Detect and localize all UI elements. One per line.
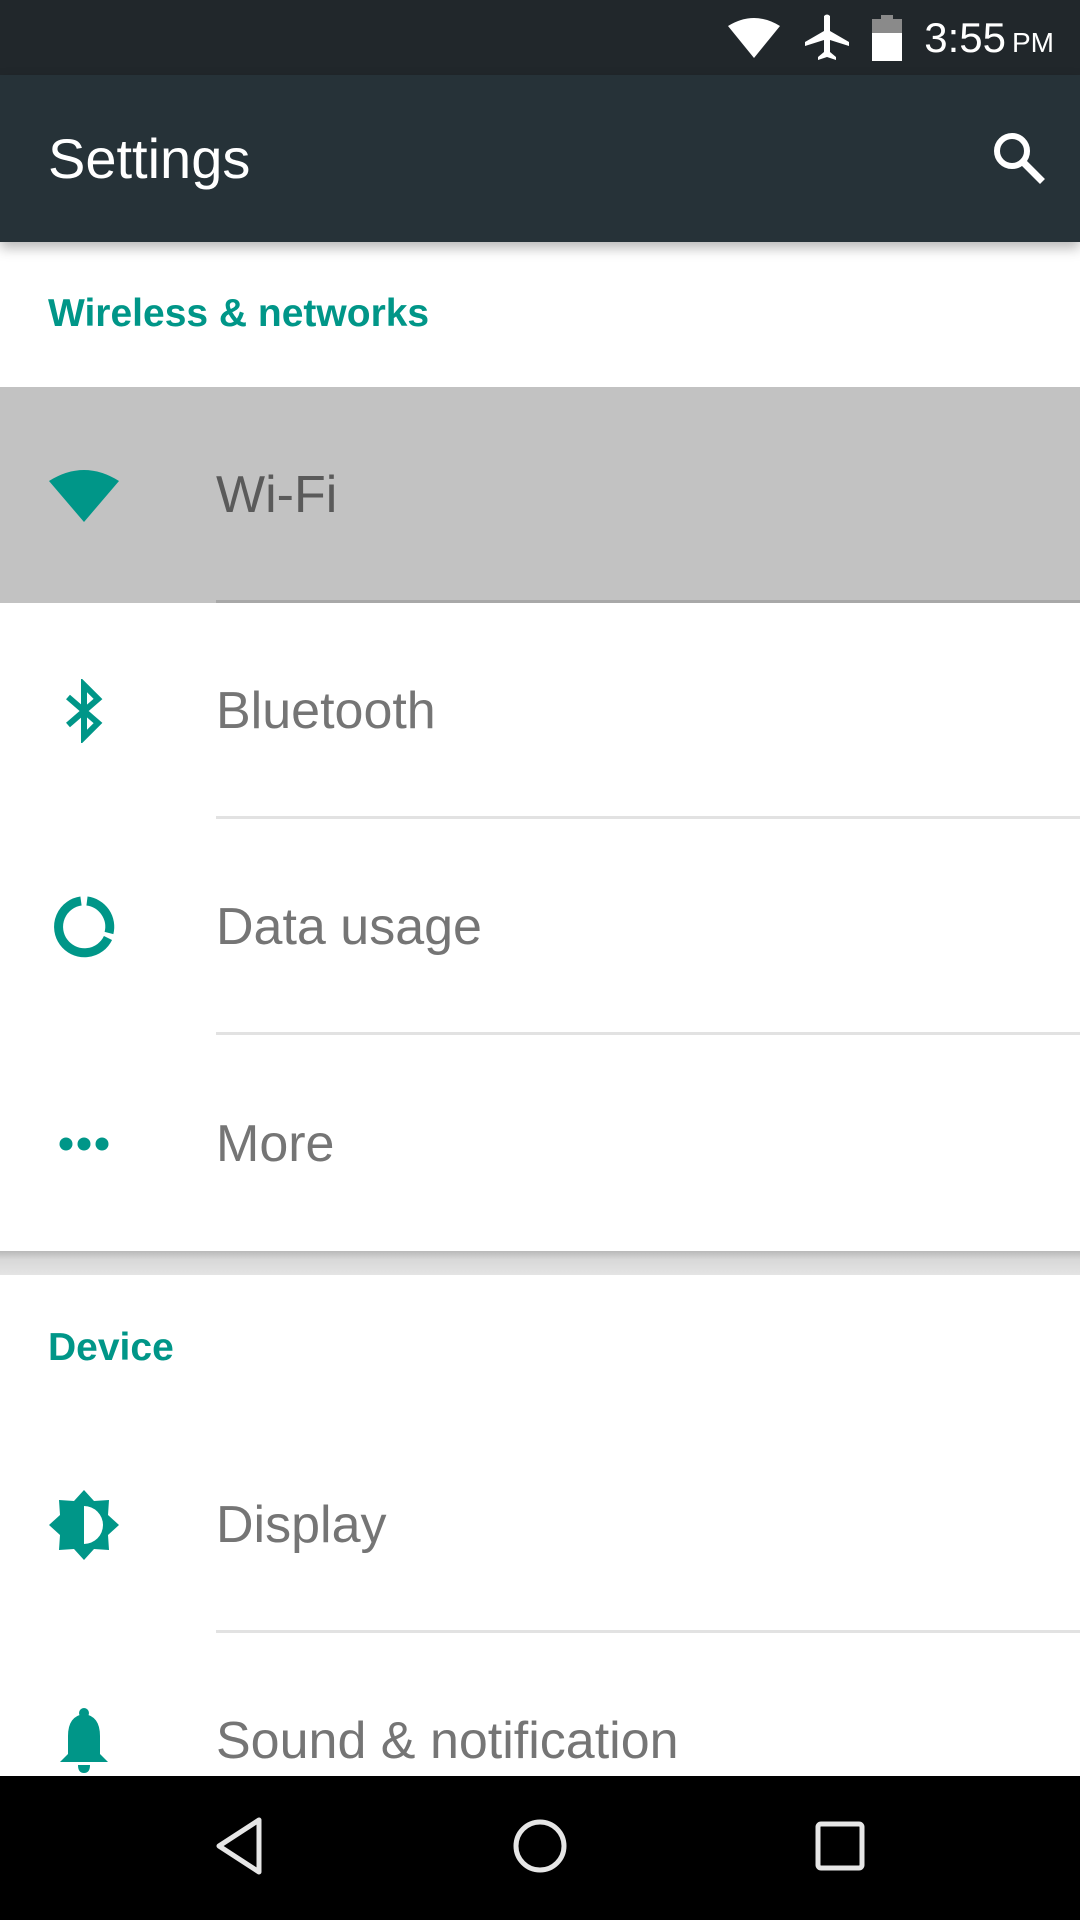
- back-button[interactable]: [170, 1776, 310, 1920]
- settings-item-label: Display: [216, 1496, 387, 1554]
- settings-item-wifi[interactable]: Wi-Fi: [0, 387, 1080, 603]
- settings-item-label: Bluetooth: [216, 682, 436, 740]
- settings-item-display[interactable]: Display: [0, 1417, 1080, 1633]
- section-header-device: Device: [48, 1326, 174, 1369]
- home-icon: [512, 1818, 568, 1879]
- status-icons: 3:55 PM: [726, 0, 1054, 75]
- battery-icon: [872, 14, 903, 61]
- section-header-wireless: Wireless & networks: [48, 292, 430, 335]
- settings-item-label: Wi-Fi: [216, 466, 338, 524]
- airplane-mode-icon: [804, 14, 850, 62]
- settings-list: Wireless & networks Wi-Fi Bluetooth Data…: [0, 242, 1080, 1776]
- clock-ampm: PM: [1012, 26, 1054, 58]
- wifi-icon: [46, 387, 122, 603]
- settings-item-label: More: [216, 1115, 335, 1173]
- settings-item-more[interactable]: More: [0, 1035, 1080, 1253]
- bell-icon: [46, 1633, 122, 1776]
- bluetooth-icon: [46, 603, 122, 819]
- wifi-signal-icon: [726, 16, 782, 60]
- clock-time: 3:55: [924, 13, 1006, 61]
- settings-item-data-usage[interactable]: Data usage: [0, 819, 1080, 1035]
- back-icon: [213, 1817, 267, 1880]
- home-button[interactable]: [470, 1776, 610, 1920]
- status-clock: 3:55 PM: [924, 14, 1054, 62]
- search-icon: [990, 129, 1046, 190]
- recents-button[interactable]: [770, 1776, 910, 1920]
- section-divider: [0, 1251, 1080, 1275]
- settings-item-label: Data usage: [216, 898, 482, 956]
- page-title: Settings: [48, 127, 251, 190]
- app-toolbar: Settings: [0, 75, 1080, 242]
- settings-item-bluetooth[interactable]: Bluetooth: [0, 603, 1080, 819]
- settings-item-sound-notification[interactable]: Sound & notification: [0, 1633, 1080, 1776]
- more-dots-icon: [46, 1035, 122, 1253]
- search-button[interactable]: [976, 117, 1060, 201]
- navigation-bar: [0, 1776, 1080, 1920]
- data-usage-icon: [46, 819, 122, 1035]
- brightness-icon: [46, 1417, 122, 1633]
- status-bar: 3:55 PM: [0, 0, 1080, 75]
- settings-item-label: Sound & notification: [216, 1712, 679, 1770]
- recents-icon: [815, 1821, 865, 1876]
